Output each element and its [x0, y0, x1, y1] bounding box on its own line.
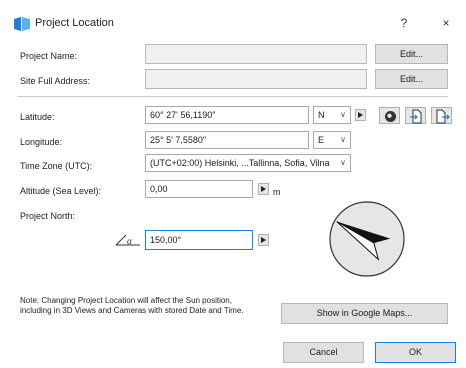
- chevron-down-icon: ∨: [340, 110, 346, 119]
- help-button[interactable]: ?: [392, 12, 416, 34]
- north-angle-input[interactable]: 150,00°: [145, 230, 253, 250]
- window-title: Project Location: [35, 17, 114, 29]
- app-icon: [14, 17, 30, 31]
- project-name-field[interactable]: [145, 44, 367, 64]
- separator: [18, 96, 448, 97]
- angle-icon: α: [114, 233, 142, 247]
- close-button[interactable]: ×: [434, 12, 458, 34]
- triangle-right-icon: [261, 237, 266, 243]
- triangle-right-icon: [358, 112, 363, 118]
- import-file-button[interactable]: [405, 107, 426, 124]
- ok-button[interactable]: OK: [375, 342, 456, 363]
- latitude-hemisphere-value: N: [318, 110, 325, 120]
- site-address-label: Site Full Address:: [20, 76, 91, 86]
- altitude-unit: m: [273, 187, 281, 197]
- latitude-hemisphere-select[interactable]: N ∨: [313, 106, 351, 124]
- globe-icon: [385, 111, 396, 122]
- angle-icon-text: α: [127, 236, 132, 246]
- cancel-button[interactable]: Cancel: [283, 342, 364, 363]
- north-compass[interactable]: [328, 200, 406, 278]
- longitude-hemisphere-value: E: [318, 135, 325, 145]
- longitude-input[interactable]: 25° 5' 7,5580": [145, 131, 309, 149]
- longitude-label: Longitude:: [20, 137, 63, 147]
- latitude-label: Latitude:: [20, 112, 55, 122]
- timezone-select[interactable]: (UTC+02:00) Helsinki, ...Tallinna, Sofia…: [145, 154, 351, 172]
- altitude-input[interactable]: 0,00: [145, 180, 253, 198]
- project-name-label: Project Name:: [20, 51, 78, 61]
- note-line-1: Note: Changing Project Location will aff…: [20, 296, 232, 305]
- note-line-2: including in 3D Views and Cameras with s…: [20, 306, 244, 315]
- export-file-button[interactable]: [431, 107, 452, 124]
- latitude-input[interactable]: 60° 27' 56,1190": [145, 106, 309, 124]
- latitude-arrow-button[interactable]: [355, 109, 366, 121]
- triangle-right-icon: [261, 186, 266, 192]
- globe-button[interactable]: [379, 107, 400, 124]
- edit-address-button[interactable]: Edit...: [375, 69, 448, 89]
- chevron-down-icon: ∨: [340, 158, 346, 167]
- timezone-label: Time Zone (UTC):: [20, 161, 93, 171]
- note-text: Note: Changing Project Location will aff…: [20, 296, 244, 316]
- export-file-icon: [436, 109, 450, 124]
- show-google-maps-button[interactable]: Show in Google Maps...: [281, 303, 448, 324]
- project-north-label: Project North:: [20, 211, 76, 221]
- longitude-hemisphere-select[interactable]: E ∨: [313, 131, 351, 149]
- north-angle-arrow-button[interactable]: [258, 234, 269, 246]
- import-file-icon: [410, 109, 422, 124]
- chevron-down-icon: ∨: [340, 135, 346, 144]
- timezone-value: (UTC+02:00) Helsinki, ...Tallinna, Sofia…: [150, 158, 330, 168]
- altitude-arrow-button[interactable]: [258, 183, 269, 195]
- site-address-field[interactable]: [145, 69, 367, 89]
- altitude-label: Altitude (Sea Level):: [20, 186, 102, 196]
- edit-name-button[interactable]: Edit...: [375, 44, 448, 64]
